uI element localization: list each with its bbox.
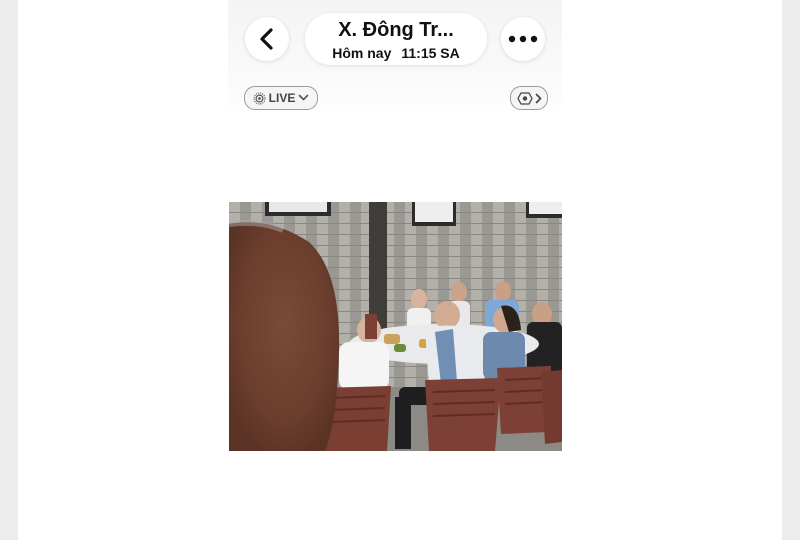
dinner-photo[interactable] xyxy=(229,202,562,451)
chevron-down-icon xyxy=(299,94,309,101)
live-circle-icon xyxy=(253,92,266,104)
location-title: X. Đông Tr... xyxy=(338,19,454,41)
time-label: 11:15 SA xyxy=(401,45,460,61)
dinner-photo-image xyxy=(229,202,562,451)
chevron-right-icon xyxy=(535,93,541,103)
more-dots-icon xyxy=(508,35,538,43)
back-button[interactable] xyxy=(245,17,289,61)
photo-timestamp: Hôm nay 11:15 SA xyxy=(305,44,487,62)
more-button[interactable] xyxy=(501,17,545,61)
date-label: Hôm nay xyxy=(332,45,392,61)
visual-lookup-button[interactable] xyxy=(510,86,548,110)
live-photo-button[interactable]: LIVE xyxy=(244,86,318,110)
live-label: LIVE xyxy=(268,91,296,105)
chevron-left-icon xyxy=(260,28,273,50)
visual-lookup-icon xyxy=(516,91,533,105)
photo-info-header[interactable]: X. Đông Tr... Hôm nay 11:15 SA xyxy=(305,13,487,65)
